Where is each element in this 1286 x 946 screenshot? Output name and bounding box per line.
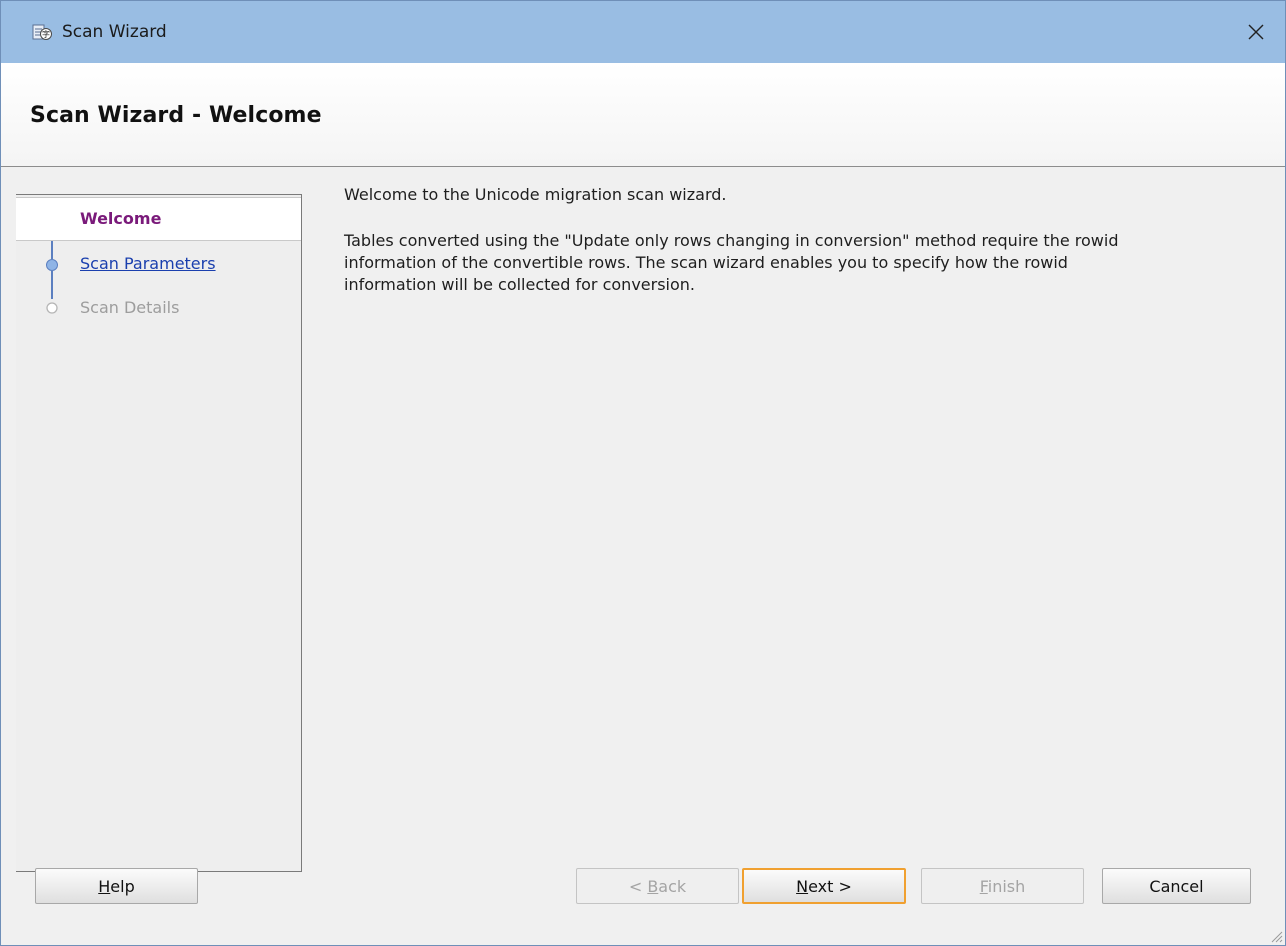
step-welcome-label: Welcome <box>80 209 162 228</box>
description-line-2: information of the convertible rows. The… <box>344 253 1068 272</box>
back-label: ack <box>658 876 687 896</box>
back-prefix: < <box>628 876 648 896</box>
close-icon <box>1248 24 1264 40</box>
finish-label: inish <box>987 876 1026 896</box>
wizard-content: Welcome to the Unicode migration scan wi… <box>344 184 1244 296</box>
next-button[interactable]: Next > <box>742 868 906 904</box>
welcome-text: Welcome to the Unicode migration scan wi… <box>344 185 727 204</box>
help-mnemonic: H <box>98 876 111 896</box>
description-line-1: Tables converted using the "Update only … <box>344 231 1119 250</box>
step-scan-details: Scan Details <box>16 289 301 331</box>
wizard-step-navigator: Welcome Scan Parameters Scan Details <box>16 194 302 872</box>
step-scan-parameters[interactable]: Scan Parameters <box>16 245 301 287</box>
app-icon: 字 <box>32 24 52 40</box>
finish-mnemonic: F <box>979 876 988 896</box>
cancel-label: Cancel <box>1149 876 1204 896</box>
back-mnemonic: B <box>647 876 659 896</box>
help-button[interactable]: Help <box>35 868 198 904</box>
cancel-button[interactable]: Cancel <box>1102 868 1251 904</box>
scan-wizard-dialog: 字 Scan Wizard Scan Wizard - Welcome Welc… <box>0 0 1286 946</box>
step-scan-details-label: Scan Details <box>80 298 180 317</box>
finish-button[interactable]: Finish <box>921 868 1084 904</box>
back-button[interactable]: < Back <box>576 868 739 904</box>
next-label: ext > <box>808 876 852 896</box>
close-button[interactable] <box>1227 1 1285 63</box>
help-label: elp <box>110 876 135 896</box>
step-scan-parameters-label[interactable]: Scan Parameters <box>80 254 216 274</box>
resize-grip-icon[interactable] <box>1269 929 1283 943</box>
next-mnemonic: N <box>796 876 809 896</box>
description-line-3: information will be collected for conver… <box>344 275 695 294</box>
title-bar[interactable]: 字 Scan Wizard <box>1 1 1285 63</box>
step-welcome[interactable]: Welcome <box>16 197 301 241</box>
page-title: Scan Wizard - Welcome <box>30 103 322 128</box>
wizard-header: Scan Wizard - Welcome <box>1 63 1285 167</box>
svg-text:字: 字 <box>42 29 50 39</box>
window-title: Scan Wizard <box>62 22 167 42</box>
